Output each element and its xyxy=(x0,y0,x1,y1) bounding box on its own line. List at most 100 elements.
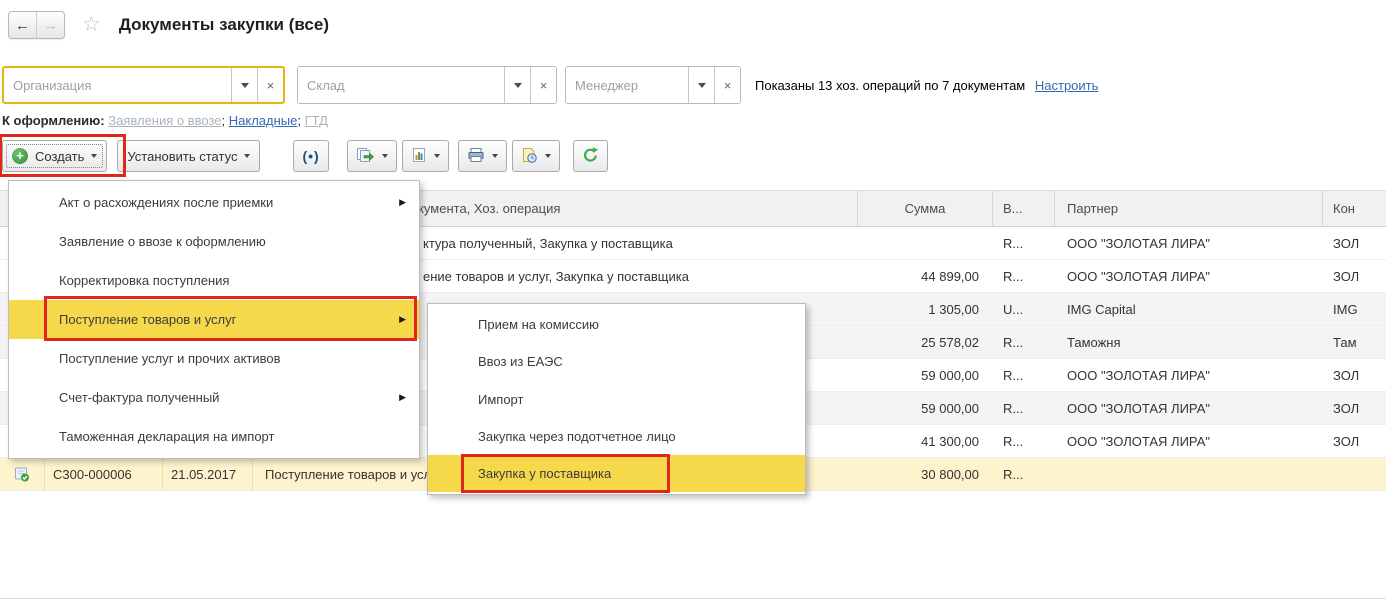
submenu-item-2[interactable]: Ввоз из ЕАЭС xyxy=(428,343,805,380)
filter-manager-input[interactable]: Менеджер × xyxy=(565,66,741,104)
posted-document-icon xyxy=(0,458,45,490)
cell-contragent: ЗОЛ xyxy=(1323,425,1386,457)
submenu-item-4[interactable]: Закупка через подотчетное лицо xyxy=(428,418,805,455)
cell-contragent xyxy=(1323,458,1386,490)
related-documents-icon xyxy=(521,147,538,166)
cell-sum: 30 800,00 xyxy=(858,458,993,490)
set-status-button[interactable]: Установить статус xyxy=(117,140,260,172)
create-menu-item-label: Корректировка поступления xyxy=(59,273,229,288)
create-menu-item-5[interactable]: Поступление услуг и прочих активов xyxy=(9,339,419,378)
cell-currency: R... xyxy=(993,458,1055,490)
column-header-currency[interactable]: В... xyxy=(993,191,1055,226)
filter-warehouse-input[interactable]: Склад × xyxy=(297,66,557,104)
create-based-on-button[interactable] xyxy=(347,140,397,172)
plus-circle-icon: + xyxy=(12,148,28,164)
filter-manager-placeholder: Менеджер xyxy=(566,67,688,103)
create-menu-item-label: Таможенная декларация на импорт xyxy=(59,429,274,444)
create-menu-item-label: Счет-фактура полученный xyxy=(59,390,219,405)
page-title: Документы закупки (все) xyxy=(119,15,329,35)
create-menu-item-2[interactable]: Заявление о ввозе к оформлению xyxy=(9,222,419,261)
cell-contragent: Там xyxy=(1323,326,1386,358)
cell-contragent: ЗОЛ xyxy=(1323,227,1386,259)
submenu-item-label: Закупка через подотчетное лицо xyxy=(478,429,676,444)
cell-partner: ООО "ЗОЛОТАЯ ЛИРА" xyxy=(1055,227,1323,259)
cell-partner: IMG Capital xyxy=(1055,293,1323,325)
reports-button[interactable] xyxy=(402,140,449,172)
submenu-item-1[interactable]: Прием на комиссию xyxy=(428,306,805,343)
refresh-button[interactable] xyxy=(573,140,608,172)
cell-currency: R... xyxy=(993,359,1055,391)
filter-organization-input[interactable]: Организация× xyxy=(2,66,285,104)
filter-warehouse-clear-button[interactable]: × xyxy=(530,67,556,103)
favorite-star-icon[interactable]: ☆ xyxy=(82,15,101,35)
submenu-item-label: Импорт xyxy=(478,392,523,407)
create-menu-item-4[interactable]: Поступление товаров и услуг ▶ xyxy=(9,300,419,339)
create-button-label: Создать xyxy=(35,149,84,164)
column-header-partner[interactable]: Партнер xyxy=(1055,191,1323,226)
create-menu-item-6[interactable]: Счет-фактура полученный▶ xyxy=(9,378,419,417)
related-documents-button[interactable] xyxy=(512,140,560,172)
cell-currency: R... xyxy=(993,326,1055,358)
filter-manager-dropdown-button[interactable] xyxy=(688,67,714,103)
back-button[interactable]: ← xyxy=(9,12,37,38)
reports-icon xyxy=(411,147,427,166)
cell-partner xyxy=(1055,458,1323,490)
back-arrow-icon: ← xyxy=(15,17,30,34)
to-register-link-1: Заявления о ввозе xyxy=(108,113,221,128)
cell-number: С300-000006 xyxy=(45,458,163,490)
to-register-label: К оформлению: xyxy=(2,113,105,128)
forward-button[interactable]: → xyxy=(37,12,64,38)
cell-sum: 59 000,00 xyxy=(858,359,993,391)
refresh-icon xyxy=(582,147,599,166)
discussions-button[interactable]: (•) xyxy=(293,140,328,172)
create-based-on-icon xyxy=(356,147,375,166)
filter-organization-dropdown-button[interactable] xyxy=(231,68,257,102)
forward-arrow-icon: → xyxy=(43,17,58,34)
configure-link[interactable]: Настроить xyxy=(1035,78,1099,93)
cell-sum: 59 000,00 xyxy=(858,392,993,424)
print-button[interactable] xyxy=(458,140,507,172)
create-menu-item-1[interactable]: Акт о расхождениях после приемки▶ xyxy=(9,183,419,222)
create-menu-item-label: Акт о расхождениях после приемки xyxy=(59,195,273,210)
create-menu-item-label: Заявление о ввозе к оформлению xyxy=(59,234,266,249)
create-button[interactable]: + Создать xyxy=(2,140,107,172)
column-header-contragent[interactable]: Кон xyxy=(1323,191,1386,226)
title-bar: ← → ☆ Документы закупки (все) xyxy=(8,8,329,42)
history-nav-group: ← → xyxy=(8,11,65,39)
receipt-type-submenu: Прием на комиссию Ввоз из ЕАЭС Импорт Закуп… xyxy=(427,303,806,495)
filter-warehouse-dropdown-button[interactable] xyxy=(504,67,530,103)
submenu-item-label: Прием на комиссию xyxy=(478,317,599,332)
chevron-down-icon xyxy=(514,83,522,88)
filter-manager-clear-button[interactable]: × xyxy=(714,67,740,103)
cell-contragent: IMG xyxy=(1323,293,1386,325)
filter-organization-clear-button[interactable]: × xyxy=(257,68,283,102)
create-menu-item-3[interactable]: Корректировка поступления xyxy=(9,261,419,300)
chevron-down-icon xyxy=(244,154,250,158)
toolbar: + Создать Установить статус (•) xyxy=(2,140,608,172)
create-menu-item-label: Поступление услуг и прочих активов xyxy=(59,351,281,366)
filter-warehouse-placeholder: Склад xyxy=(298,67,504,103)
cell-sum: 41 300,00 xyxy=(858,425,993,457)
cell-currency: R... xyxy=(993,425,1055,457)
cell-sum: 1 305,00 xyxy=(858,293,993,325)
to-register-link-2[interactable]: Накладные xyxy=(229,113,298,128)
submenu-item-3[interactable]: Импорт xyxy=(428,380,805,417)
cell-partner: ООО "ЗОЛОТАЯ ЛИРА" xyxy=(1055,392,1323,424)
create-menu-item-7[interactable]: Таможенная декларация на импорт xyxy=(9,417,419,456)
submenu-item-5[interactable]: Закупка у поставщика xyxy=(428,455,805,492)
chevron-down-icon xyxy=(382,154,388,158)
submenu-arrow-icon: ▶ xyxy=(399,314,406,325)
cell-contragent: ЗОЛ xyxy=(1323,359,1386,391)
chevron-down-icon xyxy=(434,154,440,158)
to-register-bar: К оформлению: Заявления о ввозе; Накладн… xyxy=(2,113,328,128)
column-header-sum[interactable]: Сумма xyxy=(858,191,993,226)
create-menu-item-label: Поступление товаров и услуг xyxy=(59,312,236,327)
cell-currency: R... xyxy=(993,227,1055,259)
cell-partner: ООО "ЗОЛОТАЯ ЛИРА" xyxy=(1055,359,1323,391)
set-status-label: Установить статус xyxy=(127,149,237,164)
cell-currency: R... xyxy=(993,260,1055,292)
chevron-down-icon xyxy=(91,154,97,158)
chevron-down-icon xyxy=(492,154,498,158)
chevron-down-icon xyxy=(241,83,249,88)
window-bottom-edge xyxy=(0,598,1386,599)
